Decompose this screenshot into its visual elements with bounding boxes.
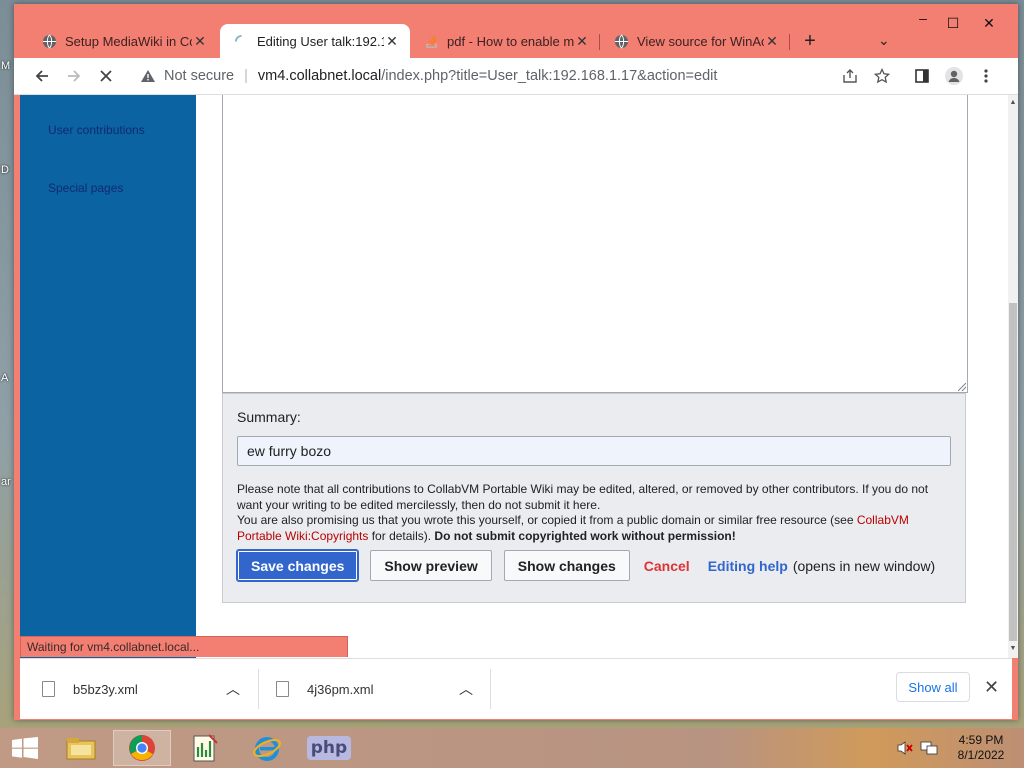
page-viewport: User contributions Special pages Summary… xyxy=(20,95,1008,658)
summary-label: Summary: xyxy=(237,409,301,425)
close-tab-icon[interactable]: ✕ xyxy=(384,33,400,50)
url-path: /index.php?title=User_talk:192.168.1.17&… xyxy=(381,68,718,84)
tab-strip: Setup MediaWiki in Co ✕ Editing User tal… xyxy=(14,4,1018,58)
file-explorer-icon[interactable] xyxy=(52,730,110,766)
tab-title: View source for WinAc xyxy=(637,33,764,49)
share-icon[interactable] xyxy=(838,64,862,88)
sidebar-link-user-contributions[interactable]: User contributions xyxy=(48,123,145,137)
wikitext-editor[interactable] xyxy=(222,95,968,393)
tab-separator xyxy=(789,34,790,50)
clock-time: 4:59 PM xyxy=(958,733,1004,747)
loading-spinner-icon xyxy=(234,34,249,49)
network-icon[interactable] xyxy=(920,740,938,759)
close-download-shelf-icon[interactable]: ✕ xyxy=(984,677,999,698)
chrome-window: Setup MediaWiki in Co ✕ Editing User tal… xyxy=(14,4,1018,720)
not-secure-label: Not secure xyxy=(164,68,235,84)
notice-warning: Do not submit copyrighted work without p… xyxy=(434,528,736,543)
save-changes-button[interactable]: Save changes xyxy=(235,549,360,582)
globe-icon xyxy=(614,34,629,49)
scrollbar-thumb[interactable] xyxy=(1009,303,1017,641)
minimize-button[interactable]: – xyxy=(908,10,938,26)
notice-text: for details). xyxy=(368,528,435,543)
close-tab-icon[interactable]: ✕ xyxy=(764,33,780,50)
scroll-down-arrow-icon[interactable]: ▼ xyxy=(1008,645,1018,652)
bookmark-star-icon[interactable] xyxy=(870,64,894,88)
file-icon xyxy=(42,681,55,697)
close-tab-icon[interactable]: ✕ xyxy=(574,33,590,50)
tab-view-source[interactable]: View source for WinAc ✕ xyxy=(600,24,790,58)
maximize-button[interactable]: ☐ xyxy=(938,15,968,32)
tab-editing-user-talk[interactable]: Editing User talk:192.16 ✕ xyxy=(220,24,410,58)
back-arrow-icon[interactable] xyxy=(30,64,54,88)
profile-avatar-icon[interactable] xyxy=(942,64,966,88)
volume-muted-icon[interactable] xyxy=(896,740,914,759)
address-bar[interactable]: Not secure | vm4.collabnet.local/index.p… xyxy=(132,62,902,90)
wiki-sidebar: User contributions Special pages xyxy=(20,95,196,658)
notice-text: Please note that all contributions to Co… xyxy=(237,482,929,512)
close-tab-icon[interactable]: ✕ xyxy=(192,33,208,50)
php-icon[interactable]: php xyxy=(300,730,358,766)
tab-title: pdf - How to enable ml xyxy=(447,33,574,49)
desktop-edge-text: D xyxy=(1,164,9,176)
browser-toolbar: Not secure | vm4.collabnet.local/index.p… xyxy=(14,58,1018,95)
download-item[interactable]: b5bz3y.xml xyxy=(42,671,138,707)
download-options-chevron-icon[interactable]: ︿ xyxy=(459,671,473,707)
download-filename: b5bz3y.xml xyxy=(73,681,138,697)
scroll-up-arrow-icon[interactable]: ▲ xyxy=(1008,99,1018,106)
tab-title: Setup MediaWiki in Co xyxy=(65,33,192,49)
windows-taskbar: php 4:59 PM 8/1/2022 xyxy=(0,728,1024,768)
show-preview-button[interactable]: Show preview xyxy=(370,550,492,581)
show-all-downloads-button[interactable]: Show all xyxy=(896,672,970,702)
download-shelf: b5bz3y.xml ︿ 4j36pm.xml ︿ Show all ✕ xyxy=(20,658,1012,719)
internet-explorer-icon[interactable] xyxy=(238,730,296,766)
desktop-edge-text: M xyxy=(1,60,11,72)
notice-text: You are also promising us that you wrote… xyxy=(237,513,857,527)
windows-start-icon[interactable] xyxy=(12,737,38,759)
chrome-icon[interactable] xyxy=(113,730,171,766)
stop-loading-icon[interactable] xyxy=(94,64,118,88)
forward-arrow-icon[interactable] xyxy=(62,64,86,88)
download-filename: 4j36pm.xml xyxy=(307,681,374,697)
editing-help-link[interactable]: Editing help xyxy=(708,558,788,574)
tab-pdf-enable[interactable]: pdf - How to enable ml ✕ xyxy=(410,24,600,58)
tab-title: Editing User talk:192.16 xyxy=(257,33,384,49)
copyright-notice: Please note that all contributions to Co… xyxy=(237,482,953,544)
close-window-button[interactable]: ✕ xyxy=(974,15,1004,32)
desktop-edge-text: ar xyxy=(1,476,11,488)
edit-options-panel: Summary: ew furry bozo Please note that … xyxy=(222,393,966,603)
globe-icon xyxy=(42,34,57,49)
download-options-chevron-icon[interactable]: ︿ xyxy=(226,671,240,707)
download-separator xyxy=(258,669,259,709)
tab-search-chevron-icon[interactable]: ⌄ xyxy=(878,32,890,49)
summary-input[interactable]: ew furry bozo xyxy=(237,436,951,466)
new-tab-button[interactable]: + xyxy=(800,30,820,53)
edit-buttons: Save changes Show preview Show changes C… xyxy=(235,549,936,582)
desktop-edge-text: A xyxy=(1,372,9,384)
cancel-link[interactable]: Cancel xyxy=(644,558,690,574)
sidebar-link-special-pages[interactable]: Special pages xyxy=(48,181,123,195)
editing-help-note: (opens in new window) xyxy=(792,557,936,574)
url-host: vm4.collabnet.local xyxy=(257,68,382,84)
side-panel-icon[interactable] xyxy=(910,64,934,88)
notepad-chart-icon[interactable] xyxy=(176,730,234,766)
download-separator xyxy=(490,669,491,709)
warning-triangle-icon[interactable] xyxy=(140,69,156,83)
tab-setup-mediawiki[interactable]: Setup MediaWiki in Co ✕ xyxy=(28,24,218,58)
clock-date: 8/1/2022 xyxy=(957,748,1005,762)
loading-status-bubble: Waiting for vm4.collabnet.local... xyxy=(20,636,348,657)
page-scrollbar[interactable]: ▲ ▼ xyxy=(1008,95,1018,658)
file-icon xyxy=(276,681,289,697)
system-clock[interactable]: 4:59 PM 8/1/2022 xyxy=(948,733,1014,763)
url-divider: | xyxy=(244,68,248,84)
menu-kebab-icon[interactable] xyxy=(974,64,998,88)
php-label: php xyxy=(306,736,352,760)
stackoverflow-icon xyxy=(424,34,439,49)
download-item[interactable]: 4j36pm.xml xyxy=(276,671,373,707)
show-changes-button[interactable]: Show changes xyxy=(503,550,630,581)
resize-grip-icon[interactable] xyxy=(958,383,966,391)
